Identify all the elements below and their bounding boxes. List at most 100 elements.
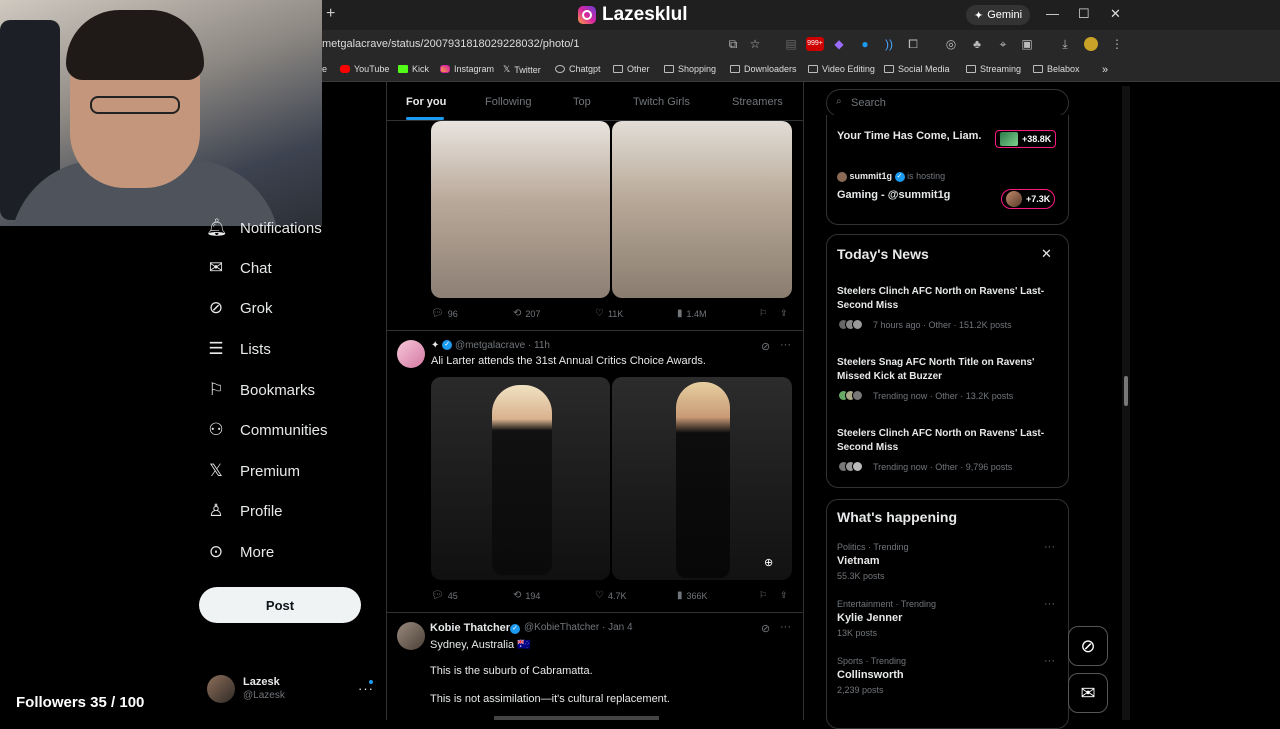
trend-name[interactable]: Kylie Jenner <box>837 612 902 624</box>
bookmark-twitter[interactable]: 𝕏 Twitter <box>503 64 541 75</box>
repost-action[interactable]: ⟲ 207 <box>513 308 540 319</box>
tab-following[interactable]: Following <box>485 96 531 108</box>
tweet-handle[interactable]: @metgalacrave <box>455 340 525 351</box>
minimize-icon[interactable]: — <box>1046 6 1059 21</box>
more-icon[interactable]: ··· <box>780 339 791 351</box>
tweet-handle[interactable]: @KobieThatcher <box>524 622 599 633</box>
bookmark-folder-other[interactable]: Other <box>613 64 650 74</box>
nav-chat[interactable]: ✉ Chat <box>206 258 272 278</box>
live-listeners-badge[interactable]: +7.3K <box>1001 189 1056 209</box>
avatar[interactable] <box>397 622 425 650</box>
views-action[interactable]: ▮ 1.4M <box>677 308 707 319</box>
post-button[interactable]: Post <box>199 587 361 623</box>
profile-name[interactable]: Lazesk <box>243 676 280 688</box>
bookmark-folder-downloaders[interactable]: Downloaders <box>730 64 797 74</box>
nav-lists[interactable]: ☰ Lists <box>206 339 270 359</box>
views-action[interactable]: ▮ 366K <box>677 590 708 601</box>
grok-floating-button[interactable]: ⊘ <box>1068 626 1108 666</box>
tweet-author-name[interactable]: Kobie Thatcher <box>430 622 510 634</box>
bookmark-folder-belabox[interactable]: Belabox <box>1033 64 1080 74</box>
tweet-photo[interactable] <box>431 121 610 298</box>
install-app-icon[interactable]: ⧉ <box>726 37 740 51</box>
extension-icon[interactable]: ▤ <box>784 37 798 51</box>
bookmark-chatgpt[interactable]: Chatgpt <box>555 64 601 74</box>
bookmark-star-icon[interactable]: ☆ <box>748 37 762 51</box>
tab-for-you[interactable]: For you <box>406 96 446 108</box>
bookmarks-overflow-chevron-icon[interactable]: » <box>1102 64 1108 76</box>
extension-icon[interactable]: ▣ <box>1020 37 1034 51</box>
gemini-button[interactable]: ✦ Gemini <box>966 5 1031 25</box>
news-item-title[interactable]: Steelers Clinch AFC North on Ravens' Las… <box>837 285 1062 313</box>
live-title[interactable]: Your Time Has Come, Liam. <box>837 130 981 142</box>
messages-floating-button[interactable]: ✉ <box>1068 673 1108 713</box>
avatar[interactable] <box>397 340 425 368</box>
bookmark-folder-shopping[interactable]: Shopping <box>664 64 716 74</box>
like-action[interactable]: ♡ 11K <box>595 308 623 319</box>
profile-avatar-icon[interactable] <box>1084 37 1098 51</box>
maximize-icon[interactable]: ☐ <box>1078 6 1090 22</box>
search-input[interactable]: Search <box>826 89 1069 117</box>
url-text[interactable]: metgalacrave/status/2007931818029228032/… <box>322 38 580 50</box>
nav-more[interactable]: ⊙ More <box>206 542 274 562</box>
bookmark-instagram[interactable]: Instagram <box>440 64 494 74</box>
browser-menu-icon[interactable]: ⋮ <box>1110 37 1124 51</box>
chatgpt-icon <box>555 65 565 73</box>
nav-premium[interactable]: 𝕏 Premium <box>206 461 300 481</box>
nav-bookmarks[interactable]: ⚐ Bookmarks <box>206 380 315 400</box>
extension-icon[interactable]: ♣ <box>970 37 984 51</box>
repost-action[interactable]: ⟲ 194 <box>513 590 540 601</box>
extension-icon[interactable]: ◆ <box>832 37 846 51</box>
nav-grok[interactable]: ⊘ Grok <box>206 298 273 318</box>
bookmarks-overflow-left: e <box>322 64 328 74</box>
share-icon[interactable]: ⇪ <box>780 590 788 601</box>
photo-tag-icon[interactable]: ⊕ <box>764 556 773 569</box>
extensions-puzzle-icon[interactable]: ⧠ <box>906 37 920 51</box>
bookmark-folder-streaming[interactable]: Streaming <box>966 64 1021 74</box>
nav-notifications[interactable]: 🔔︎ Notifications <box>206 218 322 238</box>
scrollbar-thumb[interactable] <box>1124 376 1128 406</box>
download-icon[interactable]: ⤓ <box>1058 37 1072 51</box>
news-item-title[interactable]: Steelers Snag AFC North Title on Ravens'… <box>837 356 1062 384</box>
new-tab-button[interactable]: + <box>326 5 335 23</box>
grok-icon[interactable]: ⊘ <box>761 622 770 635</box>
more-icon[interactable]: ··· <box>1044 598 1055 610</box>
share-icon[interactable]: ⇪ <box>780 308 788 319</box>
live-title[interactable]: Gaming - @summit1g <box>837 189 950 201</box>
close-window-icon[interactable]: ✕ <box>1110 6 1121 22</box>
reply-action[interactable]: 💬︎ 45 <box>431 590 458 601</box>
nav-communities[interactable]: ⚇ Communities <box>206 420 327 440</box>
nav-profile[interactable]: ♙ Profile <box>206 501 282 521</box>
reply-action[interactable]: 💬︎ 96 <box>431 308 458 319</box>
trend-name[interactable]: Collinsworth <box>837 669 904 681</box>
bookmark-kick[interactable]: Kick <box>398 64 429 74</box>
grok-icon[interactable]: ⊘ <box>761 340 770 353</box>
views-icon: ▮ <box>677 308 683 319</box>
bookmark-icon[interactable]: ⚐ <box>759 308 767 319</box>
trend-name[interactable]: Vietnam <box>837 555 880 567</box>
tweet-time[interactable]: 11h <box>534 340 550 351</box>
extension-icon[interactable]: ● <box>858 37 872 51</box>
tab-twitch-girls[interactable]: Twitch Girls <box>633 96 690 108</box>
profile-handle[interactable]: @Lazesk <box>243 690 285 701</box>
like-action[interactable]: ♡ 4.7K <box>595 590 626 601</box>
location-icon[interactable]: ⌖ <box>996 37 1010 51</box>
extension-badge[interactable]: 999+ <box>806 37 824 51</box>
verified-icon: ✓ <box>442 340 453 351</box>
avatar[interactable] <box>207 675 235 703</box>
extension-icon[interactable]: )) <box>882 37 896 51</box>
close-icon[interactable]: ✕ <box>1041 246 1052 262</box>
tweet-time[interactable]: Jan 4 <box>608 622 632 633</box>
more-icon[interactable]: ··· <box>780 621 791 633</box>
more-icon[interactable]: ··· <box>1044 655 1055 667</box>
more-icon[interactable]: ··· <box>1044 541 1055 553</box>
bookmark-folder-social-media[interactable]: Social Media <box>884 64 950 74</box>
bookmark-folder-video-editing[interactable]: Video Editing <box>808 64 875 74</box>
live-listeners-badge[interactable]: +38.8K <box>995 130 1057 148</box>
tweet-photo[interactable] <box>612 121 792 298</box>
extension-icon[interactable]: ◎ <box>944 37 958 51</box>
bookmark-icon[interactable]: ⚐ <box>759 590 767 601</box>
tab-streamers[interactable]: Streamers <box>732 96 783 108</box>
news-item-title[interactable]: Steelers Clinch AFC North on Ravens' Las… <box>837 427 1062 455</box>
bookmark-youtube[interactable]: YouTube <box>340 64 389 74</box>
tab-top[interactable]: Top <box>573 96 591 108</box>
